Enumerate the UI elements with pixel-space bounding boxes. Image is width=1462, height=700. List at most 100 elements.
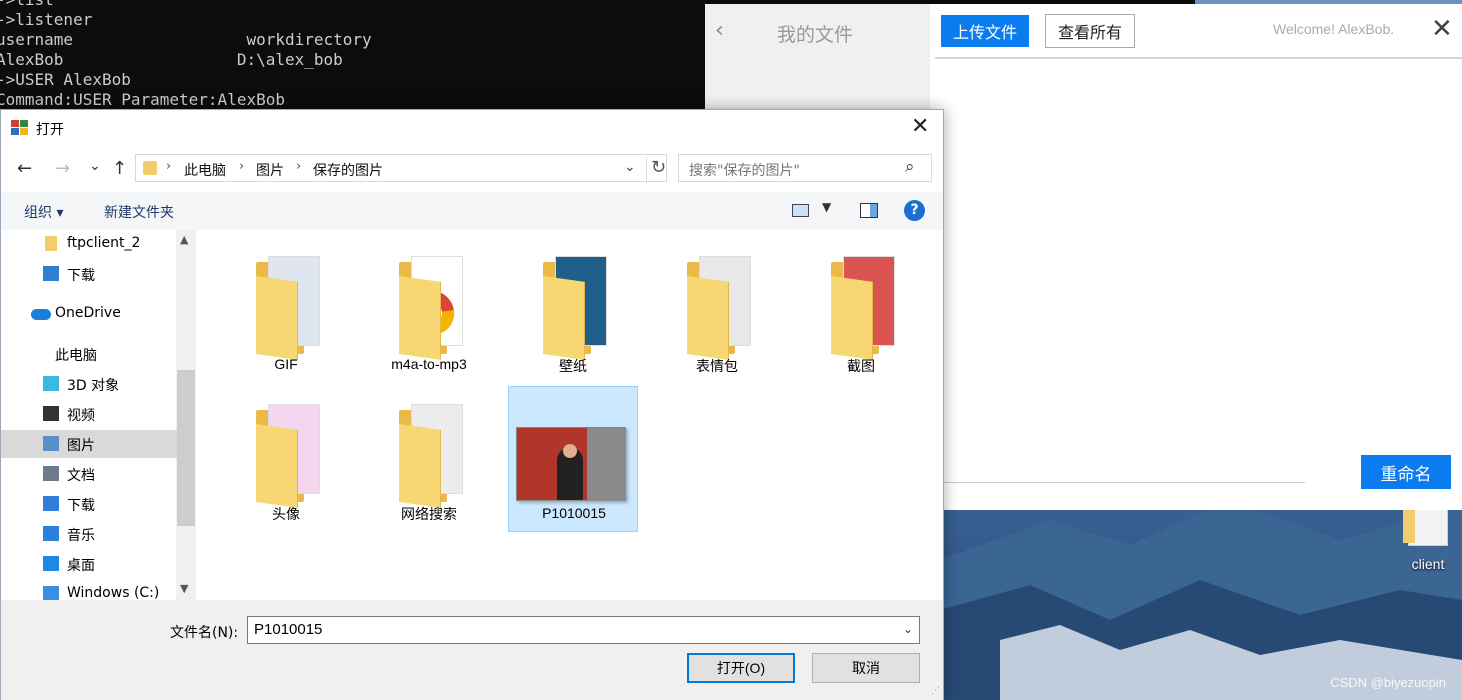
3d-objects-icon	[43, 376, 59, 391]
folder-icon	[831, 252, 895, 360]
close-icon[interactable]: ✕	[911, 114, 929, 139]
folder-item[interactable]: m4a-to-mp3	[364, 238, 494, 384]
open-button[interactable]: 打开(O)	[687, 653, 795, 683]
folder-item[interactable]: 壁纸	[508, 238, 638, 384]
folder-icon	[45, 236, 57, 251]
file-name-label: 壁纸	[559, 358, 587, 374]
upload-file-button[interactable]: 上传文件	[941, 15, 1029, 47]
scroll-down-icon[interactable]: ▼	[180, 582, 188, 595]
scrollbar-thumb[interactable]	[177, 370, 195, 526]
dialog-footer: 文件名(N): P1010015 ⌄ 打开(O) 取消 ⋰	[1, 600, 943, 700]
dialog-title: 打开	[36, 122, 64, 138]
navigation-scrollbar[interactable]: ▲ ▼	[176, 230, 196, 600]
refresh-icon[interactable]: ↻	[646, 157, 666, 183]
chevron-down-icon[interactable]: ⌄	[624, 159, 636, 175]
close-icon[interactable]: ✕	[1431, 14, 1453, 44]
folder-item[interactable]: 截图	[796, 238, 926, 384]
search-placeholder: 搜索"保存的图片"	[689, 163, 800, 179]
download-icon	[43, 266, 59, 281]
tree-item-label: 3D 对象	[67, 378, 120, 394]
navigation-bar: ← → ⌄ ↑ › 此电脑 › 图片 › 保存的图片 ⌄ ↻ 搜索"保存的图片"…	[1, 146, 943, 192]
open-file-dialog: 打开 ✕ ← → ⌄ ↑ › 此电脑 › 图片 › 保存的图片 ⌄ ↻ 搜索"保…	[0, 109, 944, 700]
tree-item[interactable]: 视频	[1, 400, 177, 428]
cancel-button[interactable]: 取消	[812, 653, 920, 683]
tree-item[interactable]: OneDrive	[1, 300, 177, 328]
address-bar[interactable]: › 此电脑 › 图片 › 保存的图片 ⌄ ↻	[135, 154, 667, 183]
forward-arrow-icon[interactable]: →	[55, 158, 70, 179]
scroll-up-icon[interactable]: ▲	[180, 233, 188, 246]
recent-locations-chevron-icon[interactable]: ⌄	[89, 158, 101, 174]
folder-icon	[143, 161, 157, 175]
watermark: CSDN @biyezuopin	[1330, 675, 1446, 690]
breadcrumb-separator: ›	[296, 159, 302, 174]
download-icon	[43, 496, 59, 511]
file-name-label: 网络搜索	[401, 506, 457, 522]
folder-item[interactable]: 头像	[221, 386, 351, 532]
video-icon	[43, 406, 59, 421]
search-box[interactable]: 搜索"保存的图片" ⌕	[678, 154, 932, 182]
tree-item[interactable]: 图片	[1, 430, 177, 458]
file-name-label: m4a-to-mp3	[391, 356, 467, 372]
back-arrow-icon[interactable]: ←	[17, 158, 32, 179]
navigation-pane: ▲ ▼ ftpclient_2 下载 OneDrive 此电脑 3D 对象 视频 图片 文档下…	[1, 230, 196, 600]
content-divider	[943, 482, 1305, 483]
rename-button[interactable]: 重命名	[1361, 455, 1451, 489]
tree-item[interactable]: 桌面	[1, 550, 177, 578]
tree-item-label: 视频	[67, 408, 95, 424]
documents-icon	[43, 466, 59, 481]
app-icon	[11, 120, 29, 136]
change-view-icon[interactable]	[792, 204, 809, 217]
header-divider	[935, 57, 1462, 59]
view-options-chevron-icon[interactable]: ▼	[822, 200, 831, 214]
resize-grip-icon[interactable]: ⋰	[931, 686, 940, 696]
organize-menu[interactable]: 组织 ▾	[24, 202, 63, 222]
breadcrumb-pictures[interactable]: 图片	[256, 160, 284, 180]
breadcrumb-separator: ›	[239, 159, 245, 174]
tree-item-label: ftpclient_2	[67, 235, 141, 251]
filename-input[interactable]: P1010015	[247, 616, 920, 644]
chevron-down-icon[interactable]: ⌄	[903, 622, 913, 636]
tree-item[interactable]: 下载	[1, 490, 177, 518]
tree-item[interactable]: 此电脑	[1, 340, 177, 368]
welcome-text: Welcome! AlexBob.	[1273, 21, 1395, 37]
breadcrumb-separator: ›	[166, 159, 172, 174]
drive-icon	[43, 586, 59, 600]
tree-item-label: Windows (C:)	[67, 585, 160, 600]
command-bar: 组织 ▾ 新建文件夹 ▼ ?	[1, 192, 943, 230]
client-desktop-label: client	[1411, 556, 1445, 572]
tree-item-label: 下载	[67, 498, 95, 514]
folder-item[interactable]: GIF	[221, 238, 351, 384]
tree-item-label: 音乐	[67, 528, 95, 544]
pictures-icon	[43, 436, 59, 451]
search-icon[interactable]: ⌕	[905, 157, 915, 177]
up-arrow-icon[interactable]: ↑	[112, 158, 127, 179]
tree-item[interactable]: 3D 对象	[1, 370, 177, 398]
back-chevron-icon[interactable]: ‹	[715, 18, 724, 43]
image-thumbnail	[516, 427, 626, 501]
tree-item-label: 下载	[67, 268, 95, 284]
folder-item[interactable]: 表情包	[652, 238, 782, 384]
view-all-button[interactable]: 查看所有	[1045, 14, 1135, 48]
dialog-titlebar[interactable]: 打开 ✕	[1, 110, 943, 146]
breadcrumb-saved-pictures[interactable]: 保存的图片	[313, 160, 383, 180]
tree-item[interactable]: ftpclient_2	[1, 230, 177, 258]
file-name-label: 截图	[847, 358, 875, 374]
tree-item[interactable]: 文档	[1, 460, 177, 488]
folder-icon	[687, 252, 751, 360]
my-files-title: 我的文件	[777, 24, 854, 46]
tree-item-label: 桌面	[67, 558, 95, 574]
folder-icon	[256, 252, 320, 360]
desktop-icon	[43, 556, 59, 571]
breadcrumb-this-pc[interactable]: 此电脑	[184, 160, 226, 180]
tree-item[interactable]: Windows (C:)	[1, 580, 177, 600]
image-file-item[interactable]: P1010015	[508, 386, 638, 532]
preview-pane-icon[interactable]	[860, 203, 878, 218]
folder-item[interactable]: 网络搜索	[364, 386, 494, 532]
file-name-label: 头像	[272, 506, 300, 522]
folder-icon	[399, 400, 463, 508]
new-folder-button[interactable]: 新建文件夹	[104, 202, 174, 222]
help-icon[interactable]: ?	[904, 200, 925, 221]
tree-item[interactable]: 音乐	[1, 520, 177, 548]
onedrive-icon	[31, 309, 51, 320]
tree-item[interactable]: 下载	[1, 260, 177, 288]
